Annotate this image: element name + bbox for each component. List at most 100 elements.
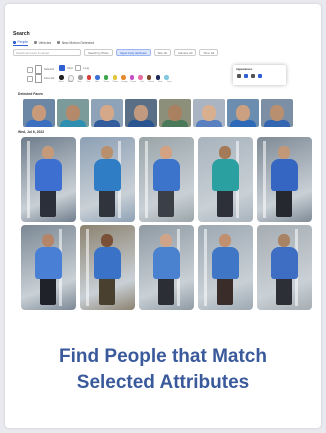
person-legs bbox=[99, 189, 115, 217]
color-swatch[interactable] bbox=[146, 75, 152, 80]
feature-card: Search People Vehicles New Motion Detected… bbox=[5, 4, 321, 428]
person-legs bbox=[40, 277, 56, 305]
person-head bbox=[160, 234, 172, 247]
color-label: Green bbox=[103, 81, 110, 83]
person-head bbox=[42, 146, 54, 159]
search-input[interactable]: Search all recent & upload bbox=[13, 49, 81, 56]
color-swatch[interactable] bbox=[129, 75, 135, 80]
person-legs bbox=[99, 277, 115, 305]
shirt-shape bbox=[230, 120, 256, 127]
attr-option-selected[interactable]: Selected bbox=[27, 65, 54, 74]
color-label: Blue bbox=[95, 81, 100, 83]
color-swatch[interactable] bbox=[138, 75, 143, 80]
person-torso bbox=[271, 159, 298, 191]
person-torso bbox=[153, 247, 180, 279]
color-swatch[interactable] bbox=[59, 75, 64, 80]
face-thumbnail[interactable] bbox=[227, 99, 259, 127]
door-frame bbox=[86, 229, 89, 306]
page-title: Search bbox=[13, 31, 30, 37]
face-thumbnail[interactable] bbox=[159, 99, 191, 127]
result-thumbnail[interactable] bbox=[198, 137, 253, 222]
tab-2[interactable]: New Motion Detected bbox=[57, 40, 94, 46]
head-shape bbox=[100, 105, 114, 121]
tab-label: People bbox=[17, 40, 29, 44]
color-label: Red bbox=[86, 81, 91, 83]
person-legs bbox=[276, 189, 292, 217]
result-thumbnail[interactable] bbox=[198, 225, 253, 310]
checkbox-icon bbox=[27, 66, 33, 73]
shirt-shape bbox=[60, 120, 86, 127]
caption-line-1: Find People that Match bbox=[59, 346, 267, 367]
filter-chip[interactable]: Search by Photo bbox=[84, 49, 113, 56]
color-label: Navy bbox=[157, 81, 163, 83]
person-legs bbox=[276, 277, 292, 305]
face-thumbnail[interactable] bbox=[125, 99, 157, 127]
color-swatch[interactable] bbox=[78, 75, 83, 80]
color-label: Purple bbox=[130, 81, 137, 83]
person-outline-icon bbox=[35, 74, 42, 83]
color-labels: Black White Grey Red Blue Green Yellow Orange Pu… bbox=[58, 81, 173, 83]
filter-chip[interactable]: Upper-body attributes bbox=[115, 49, 151, 56]
face-thumbnail[interactable] bbox=[23, 99, 55, 127]
color-swatch[interactable] bbox=[103, 75, 109, 80]
color-label: Brown bbox=[148, 81, 155, 83]
tab-1[interactable]: Vehicles bbox=[34, 40, 51, 46]
attr-option-face[interactable]: Face Attr bbox=[27, 74, 54, 83]
result-thumbnail[interactable] bbox=[80, 137, 135, 222]
head-shape bbox=[32, 105, 46, 121]
result-thumbnail[interactable] bbox=[257, 137, 312, 222]
face-thumbnail[interactable] bbox=[57, 99, 89, 127]
color-label: Cyan bbox=[166, 81, 172, 83]
tab-label: New Motion Detected bbox=[61, 40, 95, 45]
bag-icon[interactable] bbox=[244, 74, 248, 78]
face-thumbnail[interactable] bbox=[193, 99, 225, 127]
face-icon[interactable] bbox=[258, 74, 262, 78]
result-thumbnail[interactable] bbox=[21, 225, 76, 310]
color-swatch[interactable] bbox=[164, 75, 169, 80]
filter-chip[interactable]: Site: All bbox=[153, 49, 171, 56]
filter-chip[interactable]: Time: All bbox=[199, 49, 219, 56]
door-frame bbox=[263, 141, 266, 218]
shirt-shape bbox=[94, 120, 120, 127]
person-torso bbox=[35, 159, 62, 191]
result-thumbnail[interactable] bbox=[139, 137, 194, 222]
person-legs bbox=[158, 277, 174, 305]
person-head bbox=[101, 146, 113, 159]
date-section-label: Wed, Jul 6, 2022 bbox=[18, 130, 45, 134]
result-thumbnail[interactable] bbox=[257, 225, 312, 310]
color-swatch[interactable] bbox=[86, 75, 92, 80]
face-thumbnail[interactable] bbox=[261, 99, 293, 127]
person-icon[interactable] bbox=[237, 74, 241, 78]
person-torso bbox=[94, 159, 121, 191]
color-swatch[interactable] bbox=[121, 75, 126, 80]
head-shape bbox=[134, 105, 148, 121]
tab-0[interactable]: People bbox=[13, 40, 29, 46]
result-thumbnail[interactable] bbox=[80, 225, 135, 310]
person-head bbox=[101, 234, 113, 247]
color-label: Orange bbox=[121, 81, 128, 83]
shirt-shape bbox=[162, 120, 188, 127]
search-placeholder: Search all recent & upload bbox=[16, 50, 49, 55]
caption-line-2: Selected Attributes bbox=[76, 372, 250, 393]
color-swatch[interactable] bbox=[112, 75, 118, 80]
person-legs bbox=[217, 189, 233, 217]
color-swatch[interactable] bbox=[95, 75, 100, 80]
appearances-popup: Appearances bbox=[233, 65, 286, 85]
filter-chip[interactable]: Camera: All bbox=[173, 49, 197, 56]
tab-icon bbox=[57, 41, 61, 44]
result-thumbnail[interactable] bbox=[139, 225, 194, 310]
car-icon[interactable] bbox=[251, 74, 255, 78]
person-torso bbox=[94, 247, 121, 279]
face-thumbnail[interactable] bbox=[91, 99, 123, 127]
person-torso bbox=[212, 247, 239, 279]
results-grid bbox=[21, 137, 312, 310]
checkbox-icon bbox=[27, 75, 33, 82]
door-frame bbox=[204, 229, 207, 306]
shirt-shape bbox=[196, 120, 222, 127]
color-label: Yellow bbox=[112, 81, 119, 83]
person-torso bbox=[153, 159, 180, 191]
person-head bbox=[219, 234, 231, 247]
sleeve-short-option[interactable]: Short Long bbox=[59, 65, 89, 71]
color-swatch[interactable] bbox=[155, 75, 161, 80]
result-thumbnail[interactable] bbox=[21, 137, 76, 222]
